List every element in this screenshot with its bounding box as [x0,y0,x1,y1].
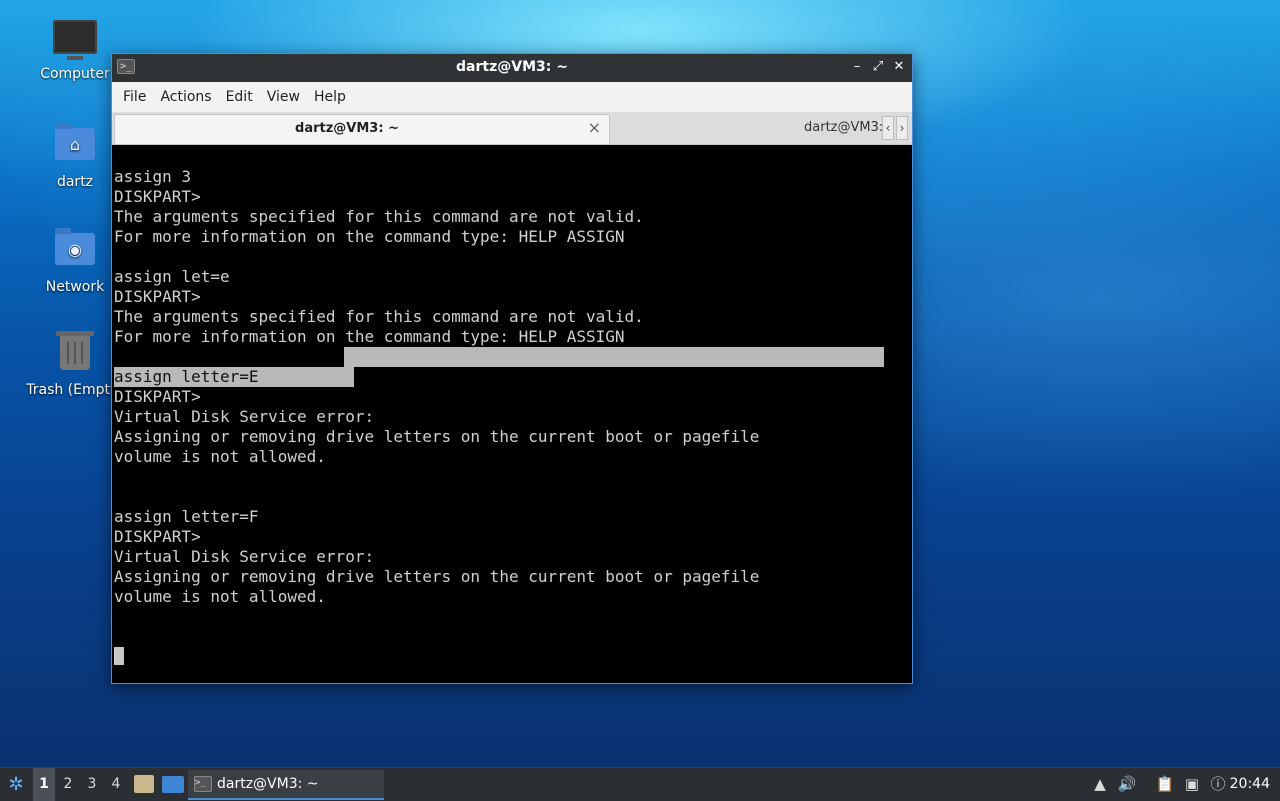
workspace-1-button[interactable]: 1 [33,768,55,801]
desktop-icon-label: Trash (Empty) [26,382,124,398]
trash-icon [53,331,97,376]
terminal-line: assign 3 [114,167,192,186]
terminal-line: assign letter=F [114,507,259,526]
tab-scroll-left-button[interactable]: ‹ [882,116,894,140]
file-manager-launcher-icon[interactable] [134,775,154,793]
terminal-line: DISKPART> [114,287,201,306]
terminal-line: For more information on the command type… [114,327,625,346]
terminal-output[interactable]: assign 3 DISKPART> The arguments specifi… [114,146,910,679]
terminal-line: DISKPART> [114,187,201,206]
network-folder-icon: ◉ [53,228,97,273]
menu-help[interactable]: Help [307,89,353,105]
workspace-4-button[interactable]: 4 [105,768,127,801]
minimize-button[interactable]: – [849,59,865,75]
desktop-icon-label: Network [45,279,105,295]
terminal-line: assign let=e [114,267,230,286]
window-title: dartz@VM3: ~ [456,59,568,75]
terminal-line: DISKPART> [114,527,201,546]
terminal-icon: >_ [194,776,212,792]
volume-icon[interactable]: 🔊 [1117,774,1137,794]
menu-view[interactable]: View [260,89,307,105]
tab-label: dartz@VM3: ~ [295,121,399,136]
terminal-line: Virtual Disk Service error: [114,547,375,566]
workspace-3-button[interactable]: 3 [81,768,103,801]
start-menu-icon[interactable]: ✲ [4,773,28,797]
terminal-line-selected: assign letter=E [114,367,259,386]
terminal-line: Assigning or removing drive letters on t… [114,567,760,586]
menu-bar: File Actions Edit View Help [112,82,912,112]
tab-bar: dartz@VM3: ~ × dartz@VM3: ~ ‹ › [112,112,912,145]
desktop-icon-home[interactable]: ⌂ dartz [25,123,125,190]
notification-icon[interactable]: ⓘ [1208,774,1228,794]
tab-close-icon[interactable]: × [588,118,601,137]
terminal-line: Virtual Disk Service error: [114,407,375,426]
tab-label: dartz@VM3: ~ [804,120,882,135]
menu-actions[interactable]: Actions [153,89,218,105]
clock[interactable]: 20:44 [1230,768,1270,801]
network-status-icon[interactable]: ▣ [1182,774,1202,794]
tray-up-arrow-icon[interactable]: ▲ [1090,774,1110,794]
computer-icon [53,20,97,60]
terminal-line: DISKPART> [114,387,201,406]
maximize-button[interactable]: ⤢ [870,59,886,75]
selection-highlight [344,347,884,367]
terminal-line: volume is not allowed. [114,447,326,466]
clipboard-icon[interactable]: 📋 [1155,774,1175,794]
terminal-line: volume is not allowed. [114,587,326,606]
terminal-line: The arguments specified for this command… [114,307,644,326]
tab-1[interactable]: dartz@VM3: ~ × [114,114,610,144]
terminal-window: >_ dartz@VM3: ~ – ⤢ ✕ File Actions Edit … [111,53,913,684]
show-desktop-icon[interactable] [162,776,184,793]
tab-scroll-right-button[interactable]: › [896,116,908,140]
workspace-2-button[interactable]: 2 [57,768,79,801]
terminal-line: For more information on the command type… [114,227,625,246]
text-cursor [114,647,124,665]
desktop-icon-label: Computer [40,66,110,82]
desktop-icon-label: dartz [56,174,94,190]
taskbar-task-terminal[interactable]: >_ dartz@VM3: ~ [188,770,384,800]
taskbar: ✲ 1 2 3 4 >_ dartz@VM3: ~ ▲ 🔊 📋 ▣ ⓘ 20:4… [0,767,1280,801]
tab-2[interactable]: dartz@VM3: ~ [612,114,882,144]
home-folder-icon: ⌂ [53,123,97,168]
window-titlebar[interactable]: >_ dartz@VM3: ~ – ⤢ ✕ [112,54,912,82]
desktop-icon-network[interactable]: ◉ Network [25,228,125,295]
close-button[interactable]: ✕ [891,59,907,75]
terminal-line: The arguments specified for this command… [114,207,644,226]
desktop-icon-computer[interactable]: Computer [25,18,125,82]
desktop-icon-trash[interactable]: Trash (Empty) [25,331,125,398]
menu-file[interactable]: File [116,89,153,105]
menu-edit[interactable]: Edit [219,89,260,105]
terminal-line: Assigning or removing drive letters on t… [114,427,760,446]
task-label: dartz@VM3: ~ [217,776,319,792]
